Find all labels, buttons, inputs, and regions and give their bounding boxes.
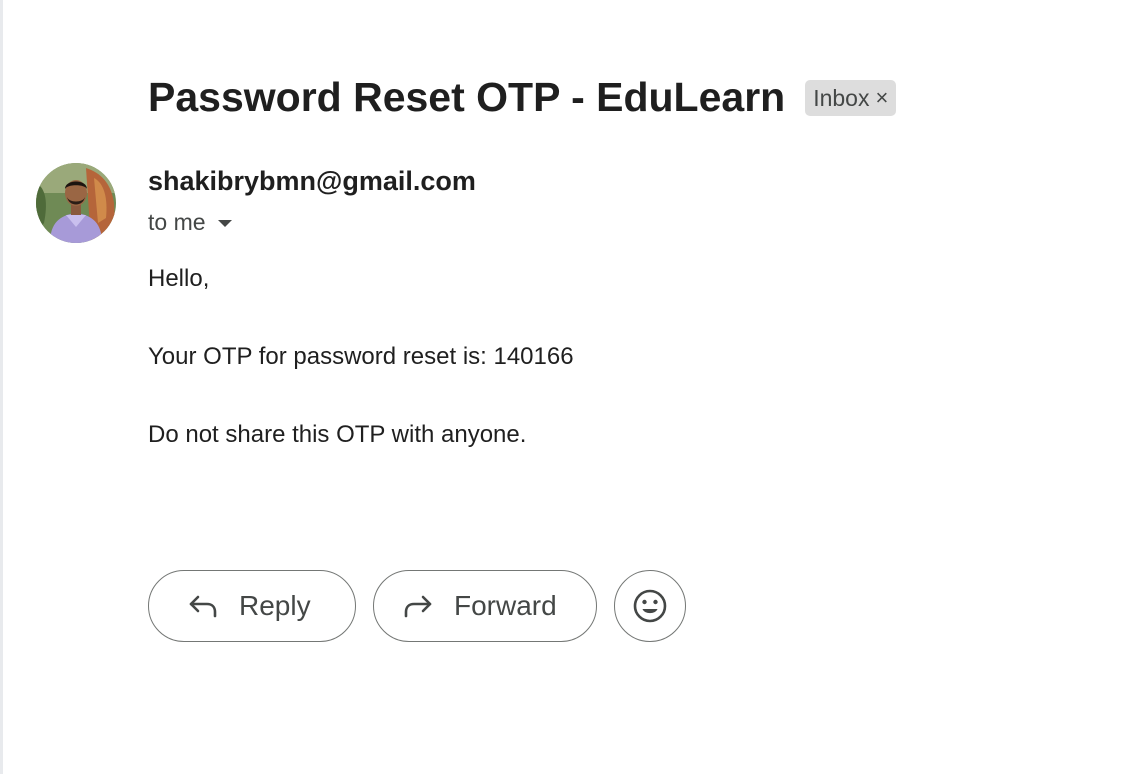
- avatar-photo: [36, 163, 116, 243]
- caret-down-icon[interactable]: [214, 212, 236, 234]
- emoji-reaction-button[interactable]: [614, 570, 686, 642]
- body-warning: Do not share this OTP with anyone.: [148, 421, 527, 448]
- action-buttons: Reply Forward: [148, 570, 686, 642]
- forward-button[interactable]: Forward: [373, 570, 597, 642]
- sender-address[interactable]: shakibrybmn@gmail.com: [148, 166, 476, 197]
- forward-label: Forward: [454, 590, 557, 621]
- inbox-label-text: Inbox: [813, 84, 870, 111]
- left-border: [0, 0, 3, 774]
- body-otp-line: Your OTP for password reset is: 140166: [148, 343, 574, 370]
- reply-arrow-icon: [187, 593, 219, 619]
- reply-button[interactable]: Reply: [148, 570, 356, 642]
- close-icon[interactable]: ×: [875, 87, 888, 109]
- body-greeting: Hello,: [148, 265, 210, 292]
- recipient-text: to me: [148, 209, 206, 235]
- subject-row: Password Reset OTP - EduLearn Inbox ×: [148, 70, 897, 124]
- inbox-label-chip[interactable]: Inbox ×: [805, 80, 897, 116]
- forward-arrow-icon: [402, 593, 434, 619]
- reply-label: Reply: [239, 590, 311, 621]
- recipient-row[interactable]: to me: [148, 209, 236, 236]
- smiley-face-icon: [632, 588, 668, 624]
- avatar[interactable]: [36, 163, 116, 243]
- email-subject: Password Reset OTP - EduLearn: [148, 73, 786, 120]
